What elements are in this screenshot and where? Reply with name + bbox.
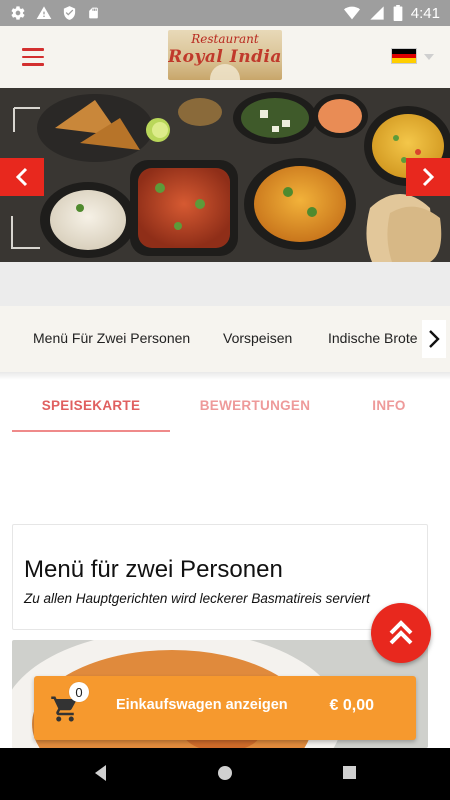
- shield-icon: [62, 5, 77, 21]
- signal-icon: [369, 5, 385, 21]
- settings-icon: [10, 5, 26, 21]
- battery-icon: [393, 5, 403, 21]
- cart-count-badge: 0: [69, 682, 89, 702]
- carousel-next-button[interactable]: [406, 158, 450, 196]
- chevron-right-icon: [422, 167, 435, 187]
- section-subtitle: Zu allen Hauptgerichten wird leckerer Ba…: [24, 591, 370, 606]
- home-icon[interactable]: [216, 762, 234, 789]
- logo-line-1: Restaurant: [191, 32, 259, 46]
- chevron-left-icon: [15, 167, 28, 187]
- wifi-icon: [343, 5, 361, 21]
- language-dropdown-caret-icon[interactable]: [424, 54, 434, 60]
- chevron-right-icon: [429, 330, 440, 348]
- spacer-band: [0, 262, 450, 306]
- category-indian-breads[interactable]: Indische Brote: [328, 330, 418, 346]
- recents-icon[interactable]: [341, 762, 357, 789]
- cart-label: Einkaufswagen anzeigen: [116, 697, 288, 713]
- double-chevron-up-icon: [389, 620, 413, 645]
- category-scroll-right-button[interactable]: [422, 320, 446, 358]
- section-title: Menü für zwei Personen: [24, 556, 283, 583]
- status-time: 4:41: [410, 4, 440, 22]
- status-bar: 4:41: [0, 0, 450, 26]
- hero-carousel[interactable]: [0, 88, 450, 262]
- tab-reviews[interactable]: BEWERTUNGEN: [180, 398, 330, 413]
- active-tab-indicator: [12, 430, 170, 432]
- category-starters[interactable]: Vorspeisen: [223, 330, 292, 346]
- back-icon[interactable]: [92, 762, 108, 789]
- panel-shadow: [0, 372, 450, 380]
- sd-card-icon: [87, 5, 100, 21]
- carousel-prev-button[interactable]: [0, 158, 44, 196]
- hamburger-menu-icon[interactable]: [22, 48, 44, 66]
- tab-menu[interactable]: SPEISEKARTE: [12, 398, 170, 413]
- view-cart-button[interactable]: 0 Einkaufswagen anzeigen € 0,00: [34, 676, 416, 740]
- germany-flag-icon[interactable]: [391, 48, 417, 64]
- cart-total: € 0,00: [329, 697, 374, 714]
- category-bar: Menü Für Zwei Personen Vorspeisen Indisc…: [0, 306, 450, 372]
- logo-line-2: Royal India: [168, 47, 282, 67]
- restaurant-logo[interactable]: Restaurant Royal India: [168, 30, 282, 80]
- system-nav-bar: [0, 748, 450, 800]
- scroll-to-top-button[interactable]: [371, 603, 431, 663]
- category-menu-two-persons[interactable]: Menü Für Zwei Personen: [33, 330, 190, 346]
- tab-info[interactable]: INFO: [350, 398, 428, 413]
- app-header: Restaurant Royal India: [0, 26, 450, 88]
- hero-food-image: [0, 88, 450, 262]
- menu-section-card: Menü für zwei Personen Zu allen Hauptger…: [12, 524, 428, 630]
- warning-icon: [36, 5, 52, 21]
